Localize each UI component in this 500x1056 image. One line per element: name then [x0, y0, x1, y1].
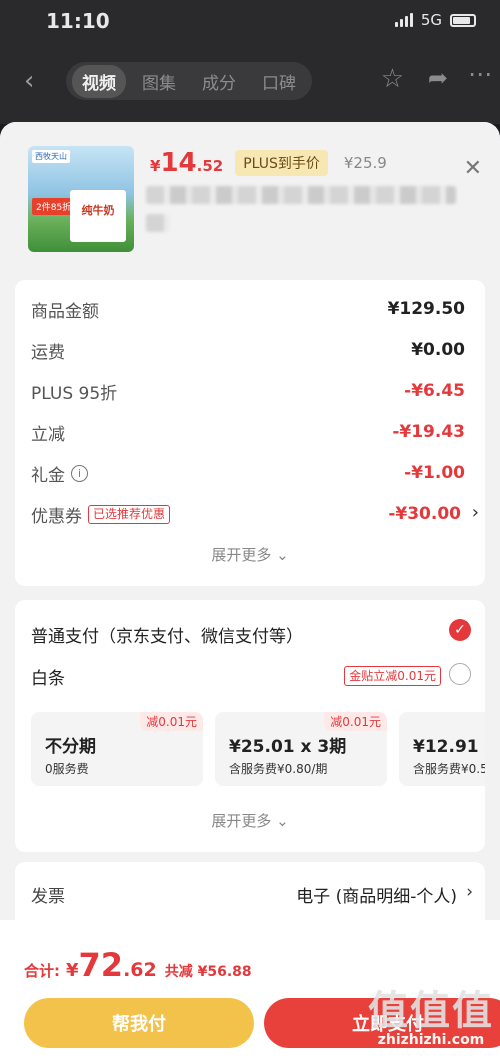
plan-no-installment[interactable]: 减0.01元 不分期 0服务费 — [31, 712, 203, 786]
product-summary: 西牧天山 2件85折 纯牛奶 ¥ 14 .52 PLUS到手价 ¥25.9 ✕ — [0, 122, 500, 272]
plan-6-installments[interactable]: ¥12.91 x 6期 含服务费¥0.59/期 — [399, 712, 485, 786]
installment-plans: 减0.01元 不分期 0服务费 减0.01元 ¥25.01 x 3期 含服务费¥… — [31, 712, 485, 788]
product-image-tag: 2件85折 — [32, 198, 76, 215]
product-price: ¥ 14 .52 PLUS到手价 ¥25.9 — [150, 148, 387, 178]
payment-methods: 普通支付（京东支付、微信支付等） ✓ 白条 金贴立减0.01元 减0.01元 不… — [15, 600, 485, 852]
radio-icon[interactable] — [449, 663, 471, 685]
tab-ingredients[interactable]: 成分 — [192, 65, 246, 98]
signal-icon — [394, 13, 413, 27]
cost-row-gift-money: 礼金 i -¥1.00 — [31, 463, 465, 486]
info-icon[interactable]: i — [71, 464, 88, 482]
original-price: ¥25.9 — [343, 154, 387, 172]
payment-baitiao-label[interactable]: 白条 — [31, 664, 65, 689]
chevron-right-icon[interactable]: › — [472, 502, 479, 523]
tab-video[interactable]: 视频 — [72, 64, 126, 98]
tab-gallery[interactable]: 图集 — [132, 65, 186, 98]
cost-row-shipping: 运费 ¥0.00 — [31, 340, 465, 363]
nav-tabs: 视频 图集 成分 口碑 — [66, 62, 312, 100]
back-icon[interactable]: ‹ — [24, 66, 34, 96]
cost-row-subtotal: 商品金额 ¥129.50 — [31, 299, 465, 322]
baitiao-discount-tag: 金贴立减0.01元 — [344, 666, 441, 686]
plus-price-tag: PLUS到手价 — [235, 150, 328, 176]
status-indicators: 5G — [394, 11, 476, 29]
top-nav: ‹ 视频 图集 成分 口碑 ☆ ➦ ⋯ — [0, 44, 500, 124]
total-saved: 共减 ¥56.88 — [164, 964, 252, 980]
product-image-badge: 西牧天山 — [32, 150, 70, 163]
expand-payment[interactable]: 展开更多 ⌄ — [15, 810, 485, 831]
more-icon[interactable]: ⋯ — [468, 60, 492, 88]
check-icon[interactable]: ✓ — [449, 619, 471, 641]
share-icon[interactable]: ➦ — [428, 64, 448, 92]
checkout-footer: 合计: ¥ 72 .62 共减 ¥56.88 帮我付 立即支付 值值值 zhiz… — [0, 920, 500, 1056]
invoice-value: 电子 (商品明细-个人) — [296, 887, 457, 907]
tab-reviews[interactable]: 口碑 — [252, 65, 306, 98]
payment-normal-label[interactable]: 普通支付（京东支付、微信支付等） — [31, 622, 303, 647]
help-me-pay-button[interactable]: 帮我付 — [24, 998, 254, 1048]
watermark-logo: 值值值 zhizhizhi.com — [368, 988, 494, 1048]
invoice-label: 发票 — [31, 887, 65, 907]
expand-costs[interactable]: 展开更多 ⌄ — [15, 544, 485, 565]
product-title-blurred — [146, 186, 466, 246]
network-label: 5G — [420, 11, 442, 29]
star-icon[interactable]: ☆ — [381, 64, 404, 94]
checkout-sheet: 西牧天山 2件85折 纯牛奶 ¥ 14 .52 PLUS到手价 ¥25.9 ✕ … — [0, 122, 500, 1056]
plan-3-installments[interactable]: 减0.01元 ¥25.01 x 3期 含服务费¥0.80/期 — [215, 712, 387, 786]
product-image: 西牧天山 2件85折 纯牛奶 — [28, 146, 134, 252]
cost-row-coupon[interactable]: 优惠券 已选推荐优惠 -¥30.00 — [31, 499, 461, 529]
cost-row-plus-discount: PLUS 95折 -¥6.45 — [31, 381, 465, 404]
product-image-box: 纯牛奶 — [70, 190, 126, 242]
chevron-right-icon: › — [466, 882, 473, 902]
status-bar: 11:10 5G — [0, 0, 500, 44]
cost-breakdown: 商品金额 ¥129.50 运费 ¥0.00 PLUS 95折 -¥6.45 立减… — [15, 280, 485, 586]
order-total: 合计: ¥ 72 .62 共减 ¥56.88 — [24, 946, 252, 984]
battery-icon — [450, 13, 476, 27]
close-icon[interactable]: ✕ — [464, 156, 482, 181]
status-time: 11:10 — [46, 9, 110, 33]
coupon-tag: 已选推荐优惠 — [88, 504, 171, 524]
cost-row-instant-discount: 立减 -¥19.43 — [31, 422, 465, 445]
